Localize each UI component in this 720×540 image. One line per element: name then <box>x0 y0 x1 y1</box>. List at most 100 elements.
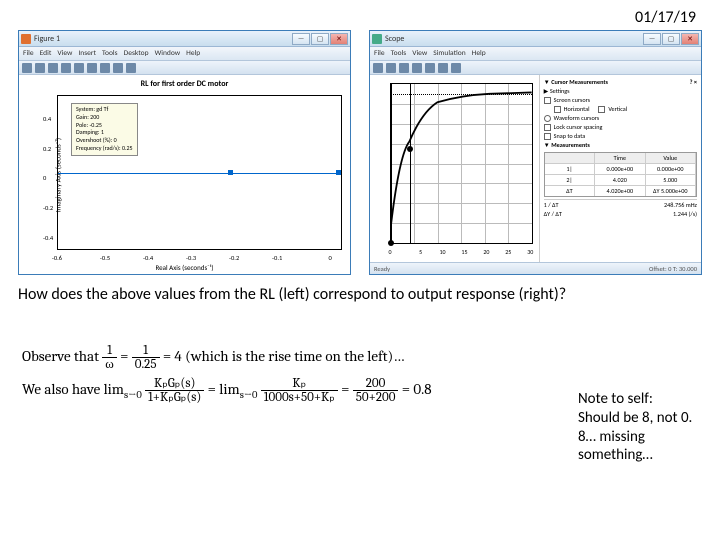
measurements-table: TimeValue 1|0.000e+000.000e+00 2|4.0205.… <box>544 152 697 197</box>
checkbox-screen-cursors[interactable] <box>544 97 551 104</box>
page-date: 01/17/19 <box>635 8 696 27</box>
menu-view[interactable]: View <box>57 49 72 58</box>
cursor-1-marker[interactable] <box>388 240 394 246</box>
question-text: How does the above values from the RL (l… <box>18 285 702 304</box>
text: We also have lim <box>22 380 124 398</box>
th-value: Value <box>646 153 696 163</box>
menubar: File Edit View Insert Tools Desktop Wind… <box>19 47 350 61</box>
response-curve <box>391 84 532 225</box>
radio-waveform-cursors[interactable] <box>544 115 551 122</box>
menu-file[interactable]: File <box>374 49 385 58</box>
toolbar-icon[interactable] <box>126 63 136 73</box>
row-idx: ΔT <box>545 186 595 196</box>
note-to-self: Note to self: Should be 8, not 0. 8… mis… <box>578 390 698 465</box>
measurements-header[interactable]: ▼ Measurements <box>544 141 697 149</box>
xtick: 5 <box>419 248 422 256</box>
toolbar-icon[interactable] <box>113 63 123 73</box>
checkbox-lock-spacing[interactable] <box>544 124 551 131</box>
xtick: -0.6 <box>52 254 62 262</box>
toolbar-icon[interactable] <box>61 63 71 73</box>
checkbox-snap-to-data[interactable] <box>544 133 551 140</box>
cell: 0.000e+00 <box>595 164 645 174</box>
menu-desktop[interactable]: Desktop <box>124 49 149 58</box>
label: Vertical <box>608 105 627 113</box>
label: Waveform cursors <box>554 114 600 122</box>
value: 248.756 mHz <box>664 201 697 209</box>
checkbox-vertical[interactable] <box>598 106 605 113</box>
cursor-2-line[interactable] <box>410 84 411 243</box>
toolbar-icon[interactable] <box>451 63 461 73</box>
minimize-button[interactable]: — <box>643 33 661 45</box>
close-button[interactable]: ✕ <box>681 33 699 45</box>
checkbox-horizontal[interactable] <box>554 106 561 113</box>
pole-marker <box>228 170 233 175</box>
xtick: -0.2 <box>229 254 239 262</box>
menu-insert[interactable]: Insert <box>78 49 96 58</box>
ytick: -0.2 <box>43 204 53 212</box>
close-button[interactable]: ✕ <box>330 33 348 45</box>
minimize-button[interactable]: — <box>292 33 310 45</box>
label: Snap to data <box>554 132 586 140</box>
plot-title: RL for first order DC motor <box>19 79 350 89</box>
toolbar-icon[interactable] <box>74 63 84 73</box>
toolbar-icon[interactable] <box>48 63 58 73</box>
menu-file[interactable]: File <box>23 49 34 58</box>
x-axis-label: Real Axis (seconds⁻¹) <box>155 263 213 272</box>
toolbar-icon[interactable] <box>386 63 396 73</box>
toolbar-icon[interactable] <box>399 63 409 73</box>
menu-edit[interactable]: Edit <box>40 49 52 58</box>
menu-window[interactable]: Window <box>155 49 181 58</box>
xtick: 15 <box>461 248 467 256</box>
xtick: -0.4 <box>143 254 153 262</box>
cell: 5.000 <box>646 175 696 185</box>
xtick: 0 <box>328 254 331 262</box>
label: Screen cursors <box>554 96 590 104</box>
toolbar-icon[interactable] <box>35 63 45 73</box>
label: ΔY / ΔT <box>544 210 562 218</box>
toolbar-icon[interactable] <box>22 63 32 73</box>
menu-help[interactable]: Help <box>472 49 486 58</box>
menubar: File Tools View Simulation Help <box>370 47 701 61</box>
toolbar-icon[interactable] <box>100 63 110 73</box>
toolbar-icon[interactable] <box>425 63 435 73</box>
cursor-measurements-panel: ▼ Cursor Measurements ? × ▶ Settings Scre… <box>540 75 701 262</box>
row-idx: 2| <box>545 175 595 185</box>
xtick: -0.5 <box>100 254 110 262</box>
plot-area-left: RL for first order DC motor Imaginary Ax… <box>19 75 350 274</box>
text: = 0.8 <box>402 380 432 398</box>
datatip-box: System: gd Tf Gain: 200 Pole: -0.25 Damp… <box>71 103 138 156</box>
menu-simulation[interactable]: Simulation <box>433 49 465 58</box>
math-derivation: Observe that 1ω = 10.25 = 4 (which is th… <box>22 340 552 407</box>
toolbar-icon[interactable] <box>412 63 422 73</box>
panel-close-icon[interactable]: ? × <box>690 78 697 86</box>
root-locus-line <box>58 173 341 175</box>
settings-row[interactable]: ▶ Settings <box>544 87 697 95</box>
ytick: 0.2 <box>43 145 51 153</box>
menu-help[interactable]: Help <box>186 49 200 58</box>
cursor-1-line[interactable] <box>391 84 392 243</box>
toolbar-icon[interactable] <box>373 63 383 73</box>
toolbar-icon[interactable] <box>87 63 97 73</box>
xtick: -0.3 <box>186 254 196 262</box>
menu-tools[interactable]: Tools <box>102 49 118 58</box>
toolbar <box>370 61 701 75</box>
label: Horizontal <box>564 105 590 113</box>
fraction: KₚGₚ(s)1+KₚGₚ(s) <box>145 377 204 404</box>
panel-header[interactable]: ▼ Cursor Measurements <box>544 78 608 86</box>
window-title: Figure 1 <box>34 34 289 44</box>
cell: ΔY 5.000e+00 <box>646 186 696 196</box>
scope-body: 0 5 10 15 20 25 30 ▼ Cursor Measurements… <box>370 75 701 262</box>
maximize-button[interactable]: ▢ <box>311 33 329 45</box>
label: Lock cursor spacing <box>554 123 603 131</box>
label: 1 / ΔT <box>544 201 559 209</box>
xtick: 25 <box>505 248 511 256</box>
menu-tools[interactable]: Tools <box>391 49 407 58</box>
cursor-2-marker[interactable] <box>407 146 413 152</box>
fraction: 10.25 <box>132 344 160 371</box>
xtick: 20 <box>483 248 489 256</box>
simulink-scope-window: Scope — ▢ ✕ File Tools View Simulation H… <box>369 30 702 275</box>
maximize-button[interactable]: ▢ <box>662 33 680 45</box>
toolbar-icon[interactable] <box>438 63 448 73</box>
menu-view[interactable]: View <box>412 49 427 58</box>
matlab-icon <box>21 34 31 44</box>
